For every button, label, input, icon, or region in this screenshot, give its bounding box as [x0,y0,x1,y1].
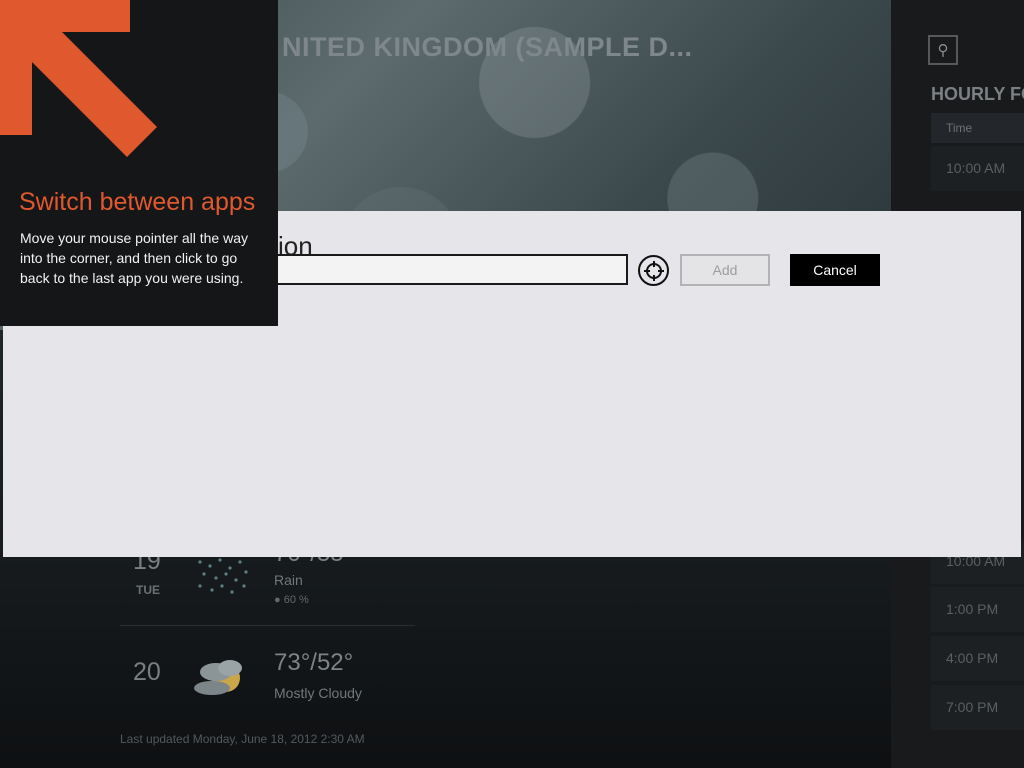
forecast-precip: ● 60 % [274,594,309,606]
crosshair-icon [643,260,664,281]
hourly-time-header: Time [931,113,1024,143]
hourly-row: 1:00 PM [931,587,1024,632]
hourly-row: 10:00 AM [931,146,1024,191]
search-icon: ⚲ [937,42,949,59]
search-button[interactable]: ⚲ [928,35,958,65]
location-title: NITED KINGDOM (SAMPLE D... [282,32,693,62]
forecast-condition: Rain [274,572,303,588]
forecast-day-number: 20 [133,658,161,686]
precip-value: 60 % [283,594,309,606]
rain-icon [198,558,248,594]
arrow-up-left-icon [0,0,157,157]
hourly-row: 7:00 PM [931,685,1024,730]
cancel-button[interactable]: Cancel [790,254,880,286]
hourly-row: 4:00 PM [931,636,1024,681]
add-button[interactable]: Add [680,254,770,286]
partly-cloudy-icon [194,660,242,695]
forecast-temp: 73°/52° [274,649,354,676]
tip-body: Move your mouse pointer all the way into… [20,230,248,286]
droplet-icon: ● [274,594,281,606]
forecast-divider [120,625,415,626]
tip-title: Switch between apps [19,188,256,216]
hourly-title: HOURLY FO [931,84,1024,104]
forecast-weekday: TUE [136,583,160,597]
location-input[interactable] [260,254,628,285]
forecast-condition: Mostly Cloudy [274,685,362,701]
current-location-button[interactable] [638,255,669,286]
switch-apps-tip: Switch between apps Move your mouse poin… [0,0,278,326]
last-updated-text: Last updated Monday, June 18, 2012 2:30 … [120,732,365,746]
